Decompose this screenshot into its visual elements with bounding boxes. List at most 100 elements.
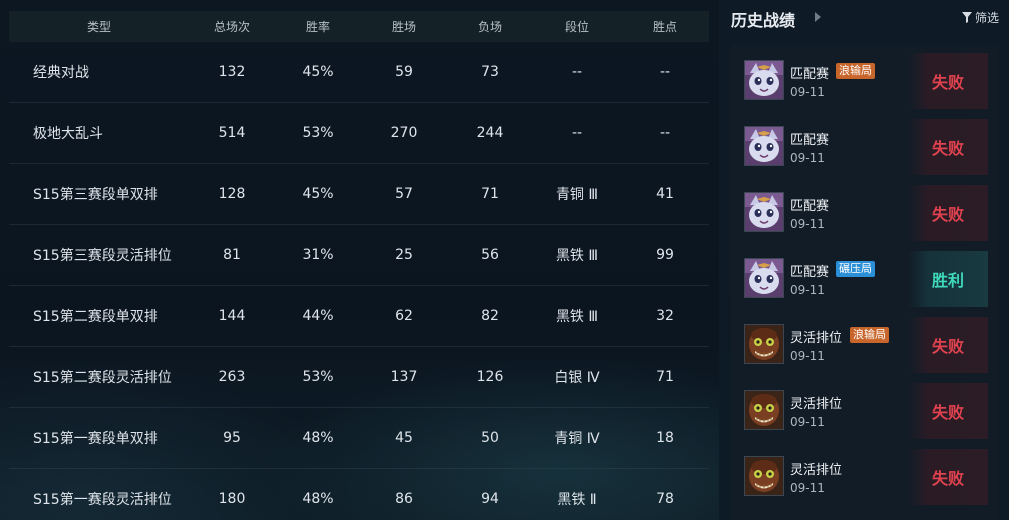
cell-tier: 青铜 Ⅲ bbox=[555, 187, 599, 203]
header-tier: 段位 bbox=[564, 20, 589, 34]
chevron-right-icon[interactable] bbox=[815, 12, 821, 22]
match-card[interactable]: 匹配赛 浪输局 09-11 失败 bbox=[744, 53, 988, 109]
cell-tier: 青铜 Ⅳ bbox=[554, 431, 600, 447]
header-losses: 负场 bbox=[477, 20, 502, 34]
cat-champion-icon bbox=[744, 192, 784, 232]
match-date: 09-11 bbox=[790, 151, 825, 165]
cell-type: S15第二赛段灵活排位 bbox=[33, 370, 172, 386]
match-history-header: 历史战绩 筛选 bbox=[719, 0, 1009, 34]
cell-rate: 45% bbox=[302, 64, 334, 80]
cell-losses: 56 bbox=[481, 247, 499, 263]
cell-wins: 25 bbox=[395, 247, 413, 263]
cell-type: S15第二赛段单双排 bbox=[33, 309, 158, 325]
match-date: 09-11 bbox=[790, 481, 825, 495]
match-date: 09-11 bbox=[790, 283, 825, 297]
filter-label: 筛选 bbox=[974, 11, 999, 25]
goblin-champion-icon bbox=[744, 324, 784, 364]
cell-rate: 45% bbox=[302, 186, 334, 202]
cell-type: S15第一赛段单双排 bbox=[33, 431, 158, 447]
match-history-title: 历史战绩 bbox=[731, 11, 796, 30]
cell-total: 132 bbox=[218, 64, 246, 80]
cell-total: 81 bbox=[223, 247, 241, 263]
match-mode: 匹配赛 bbox=[790, 133, 830, 148]
cell-lp: 99 bbox=[656, 247, 674, 263]
cell-type: S15第三赛段单双排 bbox=[33, 187, 158, 203]
goblin-champion-icon bbox=[744, 390, 784, 430]
match-result: 失败 bbox=[908, 53, 988, 109]
cell-wins: 137 bbox=[390, 369, 418, 385]
filter-icon bbox=[961, 12, 972, 23]
cell-rate: 44% bbox=[302, 308, 334, 324]
cell-tier: 黑铁 Ⅲ bbox=[555, 248, 599, 264]
match-result: 失败 bbox=[908, 449, 988, 505]
match-mode: 匹配赛 bbox=[790, 199, 830, 214]
stats-table-body: 经典对战 132 45% 59 73 -- -- 极地大乱斗 514 53% 270 244 -- -- S… bbox=[9, 42, 709, 520]
match-history-list: 匹配赛 浪输局 09-11 失败 匹配赛 09-11 失败 匹配赛 09-11 失败 匹配赛 碾压局 0… bbox=[731, 45, 999, 520]
header-total: 总场次 bbox=[213, 20, 250, 34]
cell-rate: 31% bbox=[302, 247, 334, 263]
cell-lp: 71 bbox=[656, 369, 674, 385]
goblin-champion-icon bbox=[744, 456, 784, 496]
match-mode: 灵活排位 bbox=[790, 331, 843, 346]
cat-champion-icon bbox=[744, 258, 784, 298]
cell-type: 经典对战 bbox=[33, 65, 89, 81]
cell-lp: 18 bbox=[656, 430, 674, 446]
cat-champion-icon bbox=[744, 60, 784, 100]
match-mode: 灵活排位 bbox=[790, 463, 843, 478]
cell-total: 95 bbox=[223, 430, 241, 446]
match-mode: 灵活排位 bbox=[790, 397, 843, 412]
cell-lp: -- bbox=[659, 125, 671, 141]
cell-lp: 78 bbox=[656, 491, 674, 507]
match-result: 失败 bbox=[908, 185, 988, 241]
match-mode: 匹配赛 bbox=[790, 67, 830, 82]
stats-row: S15第二赛段灵活排位 263 53% 137 126 白银 Ⅳ 71 bbox=[9, 347, 709, 408]
match-date: 09-11 bbox=[790, 415, 825, 429]
match-tag-badge: 碾压局 bbox=[836, 261, 875, 277]
match-card[interactable]: 灵活排位 09-11 失败 bbox=[744, 383, 988, 439]
match-card[interactable]: 匹配赛 09-11 失败 bbox=[744, 119, 988, 175]
app-root: 类型 总场次 胜率 胜场 负场 段位 胜点 经典对战 132 45% 59 73 -- --… bbox=[0, 0, 1009, 520]
stats-row: 极地大乱斗 514 53% 270 244 -- -- bbox=[9, 103, 709, 164]
cell-rate: 48% bbox=[302, 491, 334, 507]
match-card[interactable]: 匹配赛 09-11 失败 bbox=[744, 185, 988, 241]
cell-type: S15第三赛段灵活排位 bbox=[33, 248, 172, 264]
cell-losses: 244 bbox=[476, 125, 504, 141]
match-result: 胜利 bbox=[908, 251, 988, 307]
cat-champion-icon bbox=[744, 126, 784, 166]
match-history-panel: 历史战绩 筛选 匹配赛 浪输局 09-11 失败 匹配赛 09-11 失败 匹配赛 09-11 失… bbox=[719, 0, 1009, 520]
cell-losses: 126 bbox=[476, 369, 504, 385]
header-wins: 胜场 bbox=[391, 20, 416, 34]
cell-total: 514 bbox=[218, 125, 246, 141]
cell-wins: 45 bbox=[395, 430, 413, 446]
cell-type: 极地大乱斗 bbox=[33, 126, 103, 142]
match-date: 09-11 bbox=[790, 349, 825, 363]
match-date: 09-11 bbox=[790, 217, 825, 231]
match-mode: 匹配赛 bbox=[790, 265, 830, 280]
cell-wins: 59 bbox=[395, 64, 413, 80]
match-tag-badge: 浪输局 bbox=[836, 63, 875, 79]
cell-tier: -- bbox=[571, 125, 583, 141]
cell-tier: 白银 Ⅳ bbox=[554, 370, 600, 386]
stats-row: S15第三赛段灵活排位 81 31% 25 56 黑铁 Ⅲ 99 bbox=[9, 225, 709, 286]
cell-wins: 86 bbox=[395, 491, 413, 507]
stats-table-header: 类型 总场次 胜率 胜场 负场 段位 胜点 bbox=[9, 11, 709, 42]
match-card[interactable]: 匹配赛 碾压局 09-11 胜利 bbox=[744, 251, 988, 307]
cell-losses: 71 bbox=[481, 186, 499, 202]
match-card[interactable]: 灵活排位 09-11 失败 bbox=[744, 449, 988, 505]
filter-button[interactable]: 筛选 bbox=[961, 9, 999, 26]
cell-type: S15第一赛段灵活排位 bbox=[33, 492, 172, 508]
cell-lp: -- bbox=[659, 64, 671, 80]
stats-row: S15第一赛段单双排 95 48% 45 50 青铜 Ⅳ 18 bbox=[9, 408, 709, 469]
cell-rate: 53% bbox=[302, 125, 334, 141]
header-rate: 胜率 bbox=[305, 20, 330, 34]
cell-rate: 48% bbox=[302, 430, 334, 446]
stats-row: S15第一赛段灵活排位 180 48% 86 94 黑铁 Ⅱ 78 bbox=[9, 469, 709, 520]
stats-row: S15第三赛段单双排 128 45% 57 71 青铜 Ⅲ 41 bbox=[9, 164, 709, 225]
match-result: 失败 bbox=[908, 119, 988, 175]
match-card[interactable]: 灵活排位 浪输局 09-11 失败 bbox=[744, 317, 988, 373]
cell-lp: 41 bbox=[656, 186, 674, 202]
cell-total: 144 bbox=[218, 308, 246, 324]
cell-wins: 270 bbox=[390, 125, 418, 141]
stats-table: 类型 总场次 胜率 胜场 负场 段位 胜点 经典对战 132 45% 59 73 -- --… bbox=[9, 11, 709, 520]
cell-total: 180 bbox=[218, 491, 246, 507]
